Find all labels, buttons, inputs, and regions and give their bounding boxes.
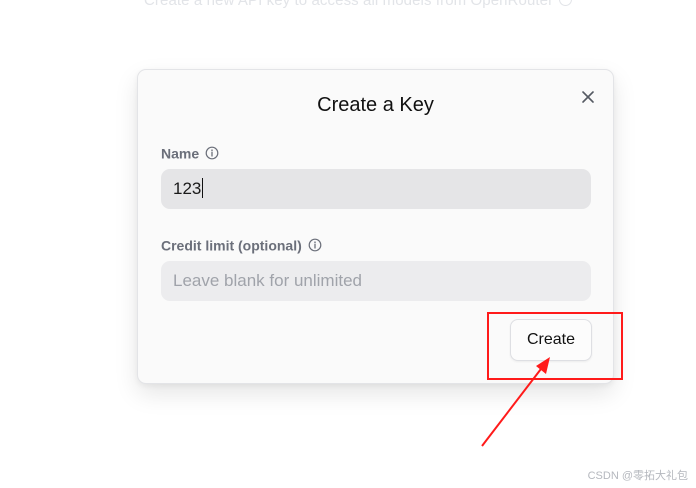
close-icon	[582, 91, 594, 103]
create-button[interactable]: Create	[510, 319, 592, 361]
credit-limit-label: Credit limit (optional)	[161, 236, 322, 253]
background-subtitle: Create a new API key to access all model…	[144, 0, 573, 9]
info-icon	[559, 0, 573, 6]
text-caret	[202, 178, 204, 198]
create-key-modal: Create a Key Name 123 Credit limit (opti…	[137, 69, 614, 384]
watermark: CSDN @零拓大礼包	[587, 470, 688, 482]
name-info-icon[interactable]	[205, 146, 219, 160]
credit-limit-input[interactable]: Leave blank for unlimited	[161, 261, 591, 301]
credit-info-icon[interactable]	[308, 238, 322, 252]
credit-limit-label-text: Credit limit (optional)	[161, 237, 302, 254]
name-label: Name	[161, 144, 219, 161]
close-button[interactable]	[580, 89, 596, 105]
name-input[interactable]: 123	[161, 169, 591, 209]
credit-limit-placeholder: Leave blank for unlimited	[173, 271, 363, 290]
name-label-text: Name	[161, 145, 200, 162]
modal-title: Create a Key	[317, 94, 434, 116]
page: Create a new API key to access all model…	[0, 0, 696, 488]
name-input-value: 123	[173, 179, 202, 198]
background-subtitle-text: Create a new API key to access all model…	[144, 0, 554, 9]
